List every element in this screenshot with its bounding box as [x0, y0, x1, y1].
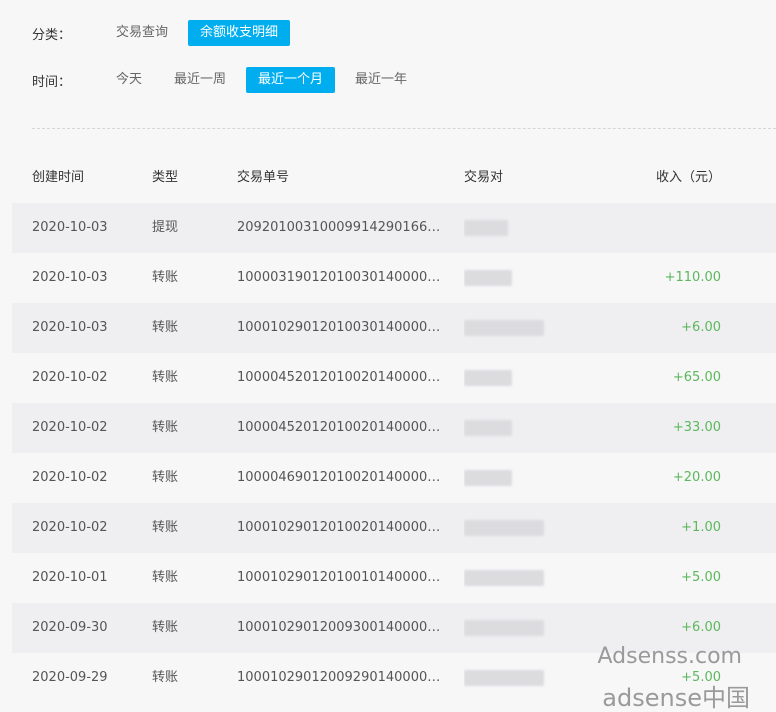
redaction-block — [464, 670, 544, 686]
header-type: 类型 — [152, 170, 179, 185]
row-order: 10001029012009290140000501 — [237, 670, 447, 685]
row-party-redacted — [464, 603, 594, 653]
row-date: 2020-10-02 — [32, 470, 108, 485]
watermark-text: Adsenss.com — [597, 644, 742, 669]
table-row[interactable]: 2020-10-02 转账 10000469012010020140000151… — [12, 453, 776, 503]
row-order: 20920100310009914290166831 — [237, 220, 447, 235]
row-order: 10000452012010020140000351 — [237, 370, 447, 385]
row-type: 转账 — [152, 520, 179, 535]
header-income: 收入（元） — [655, 170, 721, 185]
time-option-last-year[interactable]: 最近一年 — [343, 67, 419, 93]
row-party-redacted — [464, 453, 594, 503]
row-party-redacted — [464, 203, 594, 253]
table-row[interactable]: 2020-10-02 转账 10000452012010020140000351… — [12, 353, 776, 403]
category-filter: 分类： 交易查询 余额收支明细 — [32, 20, 298, 46]
row-income: +6.00 — [681, 320, 721, 335]
category-option-balance-details[interactable]: 余额收支明细 — [188, 20, 291, 46]
table-row[interactable]: 2020-10-03 提现 20920100310009914290166831 — [12, 203, 776, 253]
header-date: 创建时间 — [32, 170, 85, 185]
row-income: +110.00 — [664, 270, 721, 285]
row-income — [601, 203, 721, 253]
row-date: 2020-09-29 — [32, 670, 108, 685]
time-option-last-month[interactable]: 最近一个月 — [246, 67, 336, 93]
row-party-redacted — [464, 653, 594, 703]
row-income: +20.00 — [672, 470, 721, 485]
table-row[interactable]: 2020-10-01 转账 10001029012010010140000501… — [12, 553, 776, 603]
category-label: 分类： — [32, 27, 72, 43]
table-row[interactable]: 2020-10-03 转账 10001029012010030140000301… — [12, 303, 776, 353]
redaction-block — [464, 620, 544, 636]
row-order: 10001029012010030140000301 — [237, 320, 447, 335]
row-date: 2020-10-03 — [32, 220, 108, 235]
row-order: 10001029012010020140000501 — [237, 520, 447, 535]
row-date: 2020-10-02 — [32, 520, 108, 535]
row-type: 提现 — [152, 220, 179, 235]
row-type: 转账 — [152, 620, 179, 635]
time-label: 时间： — [32, 74, 72, 90]
row-party-redacted — [464, 403, 594, 453]
row-type: 转账 — [152, 670, 179, 685]
time-option-today[interactable]: 今天 — [104, 67, 154, 93]
row-order: 10000319012010030140000371 — [237, 270, 447, 285]
row-party-redacted — [464, 503, 594, 553]
row-type: 转账 — [152, 420, 179, 435]
table-row[interactable]: 2020-10-02 转账 10000452012010020140000391… — [12, 403, 776, 453]
time-filter: 时间： 今天 最近一周 最近一个月 最近一年 — [32, 67, 427, 93]
row-type: 转账 — [152, 570, 179, 585]
row-income: +33.00 — [672, 420, 721, 435]
row-type: 转账 — [152, 320, 179, 335]
row-party-redacted — [464, 353, 594, 403]
header-order: 交易单号 — [237, 170, 290, 185]
row-order: 10000452012010020140000391 — [237, 420, 447, 435]
row-income: +5.00 — [681, 570, 721, 585]
row-order: 10001029012009300140000301 — [237, 620, 447, 635]
redaction-block — [464, 220, 508, 236]
redaction-block — [464, 570, 544, 586]
divider — [32, 128, 776, 129]
table-row[interactable]: 2020-10-02 转账 10001029012010020140000501… — [12, 503, 776, 553]
row-date: 2020-09-30 — [32, 620, 108, 635]
redaction-block — [464, 320, 544, 336]
category-option-transaction-query[interactable]: 交易查询 — [104, 20, 180, 46]
row-party-redacted — [464, 253, 594, 303]
row-date: 2020-10-02 — [32, 420, 108, 435]
row-income: +65.00 — [672, 370, 721, 385]
table-header: 创建时间 类型 交易单号 交易对 收入（元） — [12, 153, 776, 203]
row-type: 转账 — [152, 470, 179, 485]
row-order: 10001029012010010140000501 — [237, 570, 447, 585]
page: 分类： 交易查询 余额收支明细 时间： 今天 最近一周 最近一个月 最近一年 创… — [0, 0, 776, 712]
redaction-block — [464, 370, 512, 386]
redaction-block — [464, 270, 512, 286]
row-type: 转账 — [152, 270, 179, 285]
table-row[interactable]: 2020-10-03 转账 10000319012010030140000371… — [12, 253, 776, 303]
row-order: 10000469012010020140000151 — [237, 470, 447, 485]
time-option-last-week[interactable]: 最近一周 — [162, 67, 238, 93]
redaction-block — [464, 470, 512, 486]
watermark-text: adsense中国 — [602, 684, 750, 712]
row-date: 2020-10-02 — [32, 370, 108, 385]
redaction-block — [464, 520, 544, 536]
row-party-redacted — [464, 303, 594, 353]
header-party: 交易对 — [464, 170, 504, 185]
redaction-block — [464, 420, 512, 436]
row-type: 转账 — [152, 370, 179, 385]
transactions-table: 创建时间 类型 交易单号 交易对 收入（元） 2020-10-03 提现 209… — [12, 153, 776, 703]
row-date: 2020-10-03 — [32, 320, 108, 335]
row-party-redacted — [464, 553, 594, 603]
row-income: +1.00 — [681, 520, 721, 535]
row-date: 2020-10-01 — [32, 570, 108, 585]
row-date: 2020-10-03 — [32, 270, 108, 285]
